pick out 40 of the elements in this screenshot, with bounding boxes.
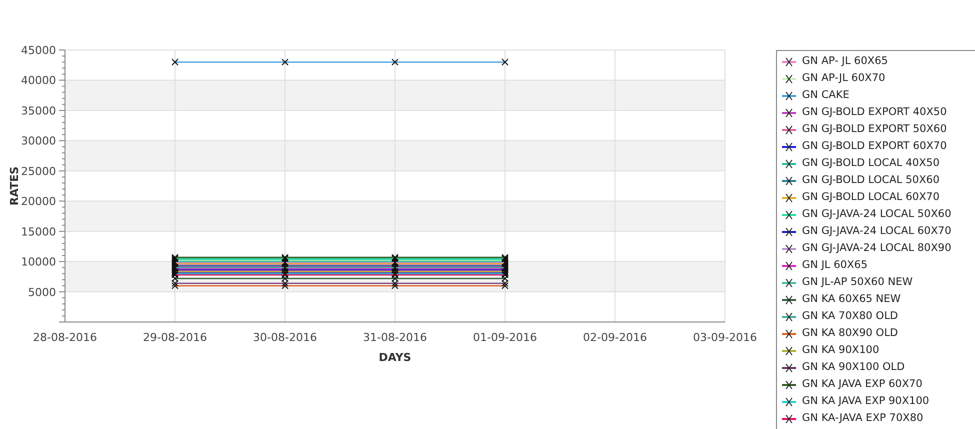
axis-tick-label: 30000 bbox=[21, 134, 56, 148]
legend-label: GN KA 80X90 OLD bbox=[802, 327, 898, 340]
axis-tick-label: 10000 bbox=[21, 256, 56, 269]
legend-label: GN KA 70X80 OLD bbox=[802, 310, 898, 323]
legend-label: GN JL 60X65 bbox=[802, 259, 868, 272]
legend-label: GN GJ-JAVA-24 LOCAL 60X70 bbox=[802, 225, 952, 238]
legend-label: GN JL-AP 50X60 NEW bbox=[802, 276, 913, 289]
legend-label: GN AP- JL 60X65 bbox=[802, 55, 888, 68]
axis-tick-label: 02-09-2016 bbox=[583, 331, 647, 344]
axis-tick-label: 01-09-2016 bbox=[473, 331, 537, 344]
legend-label: GN KA JAVA EXP 60X70 bbox=[802, 378, 922, 391]
axis-title: RATES bbox=[8, 166, 21, 206]
axis-tick-label: 03-09-2016 bbox=[693, 331, 757, 344]
legend-label: GN KA-JAVA EXP 70X80 bbox=[802, 412, 924, 425]
axis-tick-label: 40000 bbox=[21, 74, 56, 88]
legend-label: GN GJ-BOLD LOCAL 60X70 bbox=[802, 191, 940, 204]
legend-label: GN GJ-BOLD EXPORT 50X60 bbox=[802, 123, 947, 136]
legend-label: GN CAKE bbox=[802, 89, 850, 102]
axis-tick-label: 25000 bbox=[21, 164, 56, 178]
legend-label: GN KA 90X100 OLD bbox=[802, 361, 905, 374]
axis-title: DAYS bbox=[378, 351, 412, 364]
axis-tick-label: 35000 bbox=[21, 104, 56, 118]
axis-tick-label: 28-08-2016 bbox=[33, 331, 97, 344]
legend-label: GN GJ-JAVA-24 LOCAL 80X90 bbox=[802, 242, 952, 255]
axis-tick-label: 45000 bbox=[21, 44, 56, 57]
axis-tick-label: 5000 bbox=[28, 286, 56, 299]
legend-label: GN KA 90X100 bbox=[802, 344, 880, 357]
legend-label: GN GJ-BOLD EXPORT 40X50 bbox=[802, 106, 947, 119]
axis-tick-label: 29-08-2016 bbox=[143, 331, 207, 344]
legend-label: GN AP-JL 60X70 bbox=[802, 72, 886, 85]
legend-label: GN GJ-JAVA-24 LOCAL 50X60 bbox=[802, 208, 952, 221]
axis-tick-label: 30-08-2016 bbox=[253, 331, 317, 344]
axis-tick-label: 31-08-2016 bbox=[363, 331, 427, 344]
legend-label: GN GJ-BOLD EXPORT 60X70 bbox=[802, 140, 947, 153]
legend-label: GN KA 60X65 NEW bbox=[802, 293, 901, 306]
legend-label: GN KA JAVA EXP 90X100 bbox=[802, 395, 930, 408]
legend-label: GN GJ-BOLD LOCAL 40X50 bbox=[802, 157, 940, 170]
axis-tick-label: 15000 bbox=[21, 225, 56, 238]
axis-tick-label: 20000 bbox=[21, 195, 56, 208]
legend-label: GN GJ-BOLD LOCAL 50X60 bbox=[802, 174, 940, 187]
